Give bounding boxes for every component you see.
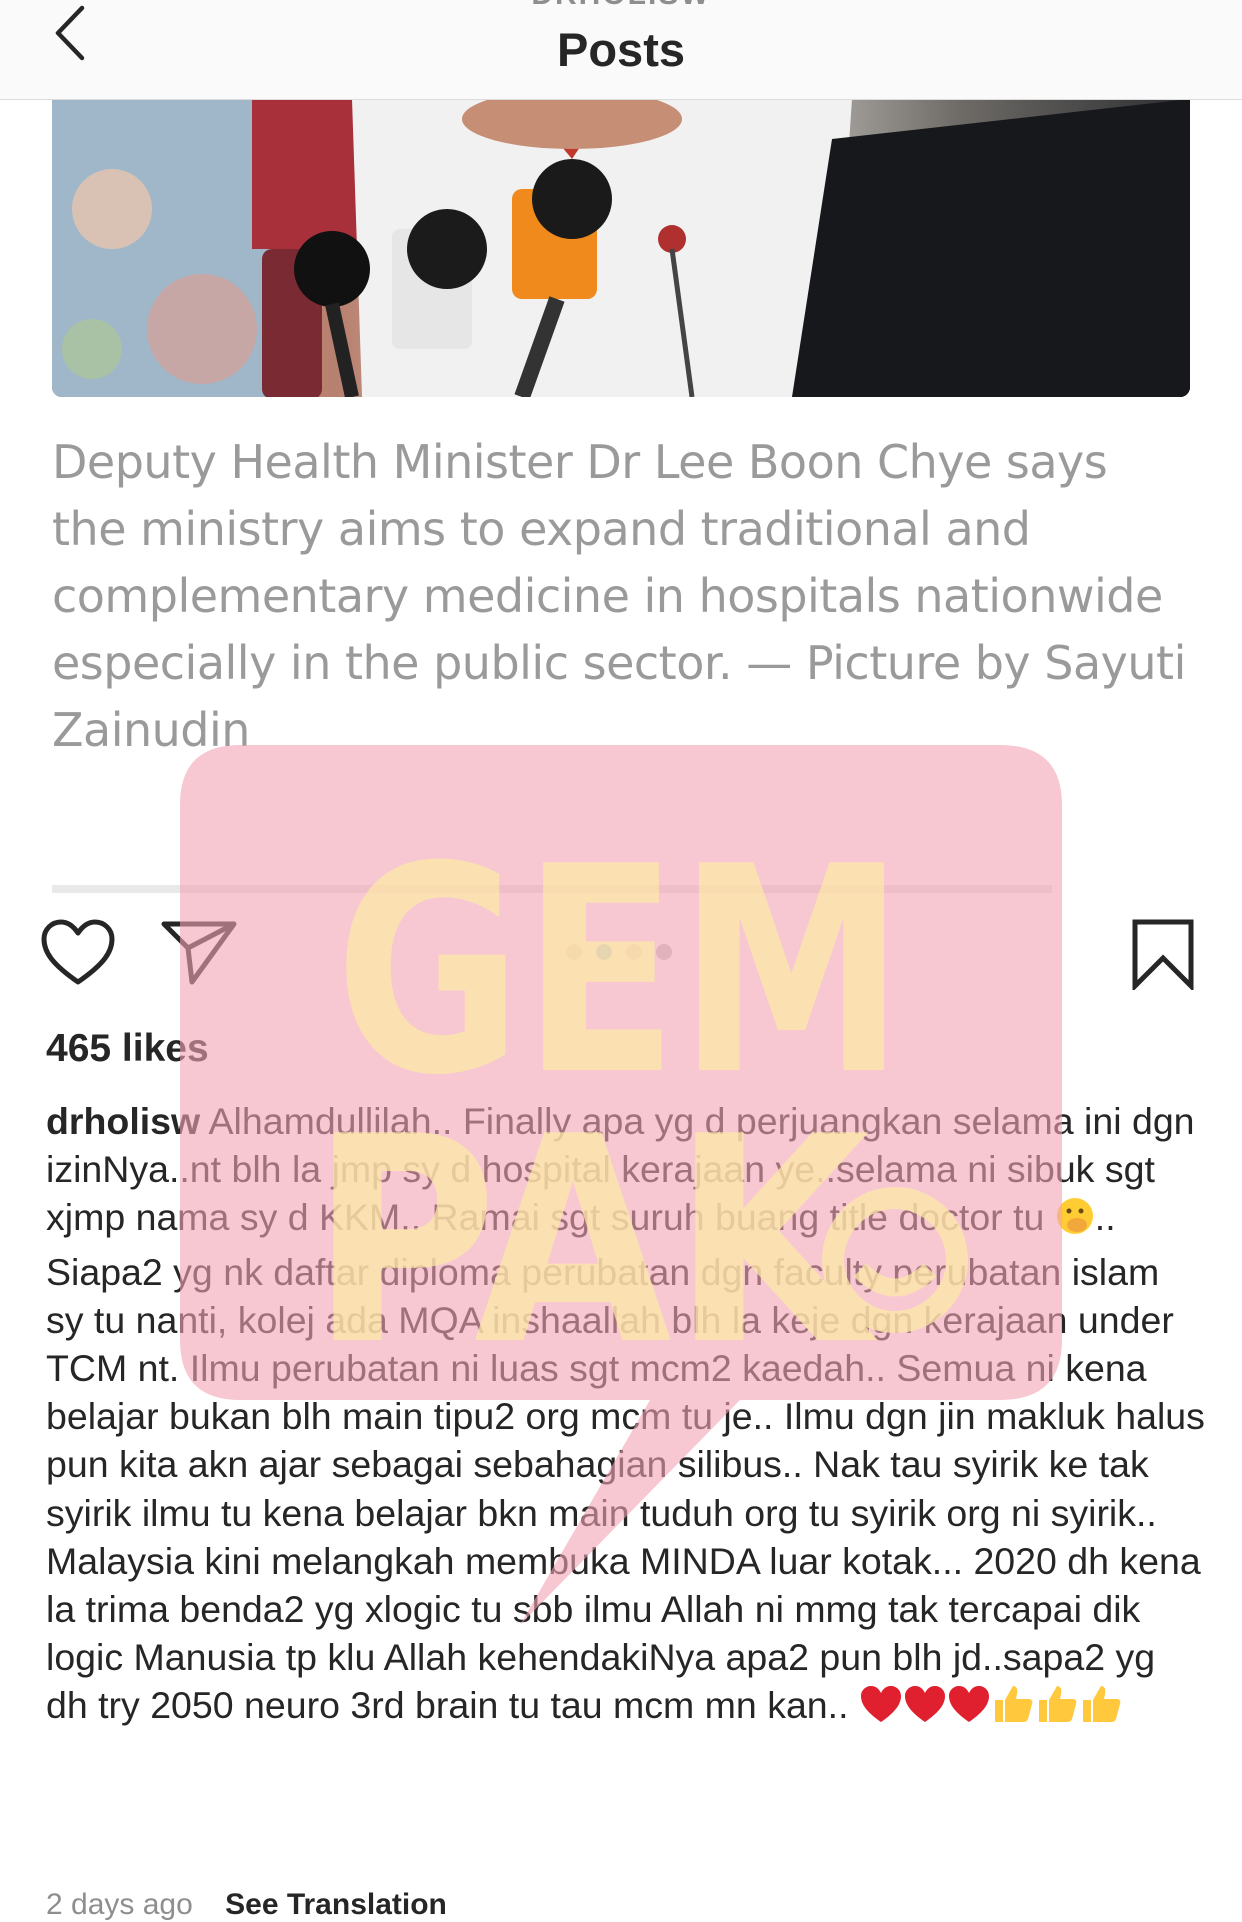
cropped-text-strip bbox=[52, 885, 1052, 893]
top-navigation-bar: DRHOLISW Posts bbox=[0, 0, 1242, 100]
caption-paragraph: Malaysia kini melangkah membuka MINDA lu… bbox=[46, 1537, 1206, 1736]
post-photo[interactable] bbox=[52, 99, 1190, 397]
thumbs-up-icon bbox=[1035, 1682, 1079, 1735]
heart-icon bbox=[41, 919, 115, 985]
thumbs-up-icon bbox=[1079, 1682, 1123, 1735]
caption-username[interactable]: drholisw bbox=[46, 1100, 200, 1142]
red-heart-icon bbox=[947, 1684, 991, 1735]
page-title: Posts bbox=[557, 23, 685, 76]
photo-caption-text: Deputy Health Minister Dr Lee Boon Chye … bbox=[52, 435, 1186, 757]
like-button[interactable] bbox=[40, 918, 116, 993]
carousel-dot bbox=[566, 944, 582, 960]
caption-text: Alhamdullilah.. Finally apa yg d perjuan… bbox=[46, 1100, 1195, 1239]
carousel-dot bbox=[626, 944, 642, 960]
caption-text-end: .. bbox=[1094, 1196, 1116, 1239]
bookmark-icon bbox=[1132, 919, 1194, 993]
article-caption-card: Deputy Health Minister Dr Lee Boon Chye … bbox=[0, 397, 1242, 907]
red-heart-icon bbox=[903, 1684, 947, 1735]
face-with-hand-over-mouth-icon bbox=[1055, 1196, 1095, 1247]
caption-paragraph: Siapa2 yg nk daftar diploma perubatan dg… bbox=[46, 1250, 1205, 1534]
caption-paragraph: drholisw Alhamdullilah.. Finally apa yg … bbox=[46, 1097, 1206, 1248]
post-caption: drholisw Alhamdullilah.. Finally apa yg … bbox=[46, 1097, 1206, 1736]
thumbs-up-icon bbox=[991, 1682, 1035, 1735]
profile-username: DRHOLISW bbox=[0, 0, 1242, 12]
likes-count[interactable]: 465 likes bbox=[46, 1027, 209, 1071]
carousel-dot bbox=[656, 944, 672, 960]
post-timestamp: 2 days ago bbox=[46, 1888, 193, 1921]
share-button[interactable] bbox=[160, 918, 238, 991]
red-heart-icon bbox=[859, 1684, 903, 1735]
save-button[interactable] bbox=[1130, 918, 1196, 995]
post-meta: 2 days ago See Translation bbox=[46, 1888, 447, 1922]
press-conference-photo bbox=[52, 99, 1190, 397]
next-article-heading-cropped bbox=[52, 869, 1052, 893]
paper-plane-icon bbox=[161, 921, 237, 985]
carousel-dot-active bbox=[596, 944, 612, 960]
see-translation-link[interactable]: See Translation bbox=[225, 1888, 447, 1921]
